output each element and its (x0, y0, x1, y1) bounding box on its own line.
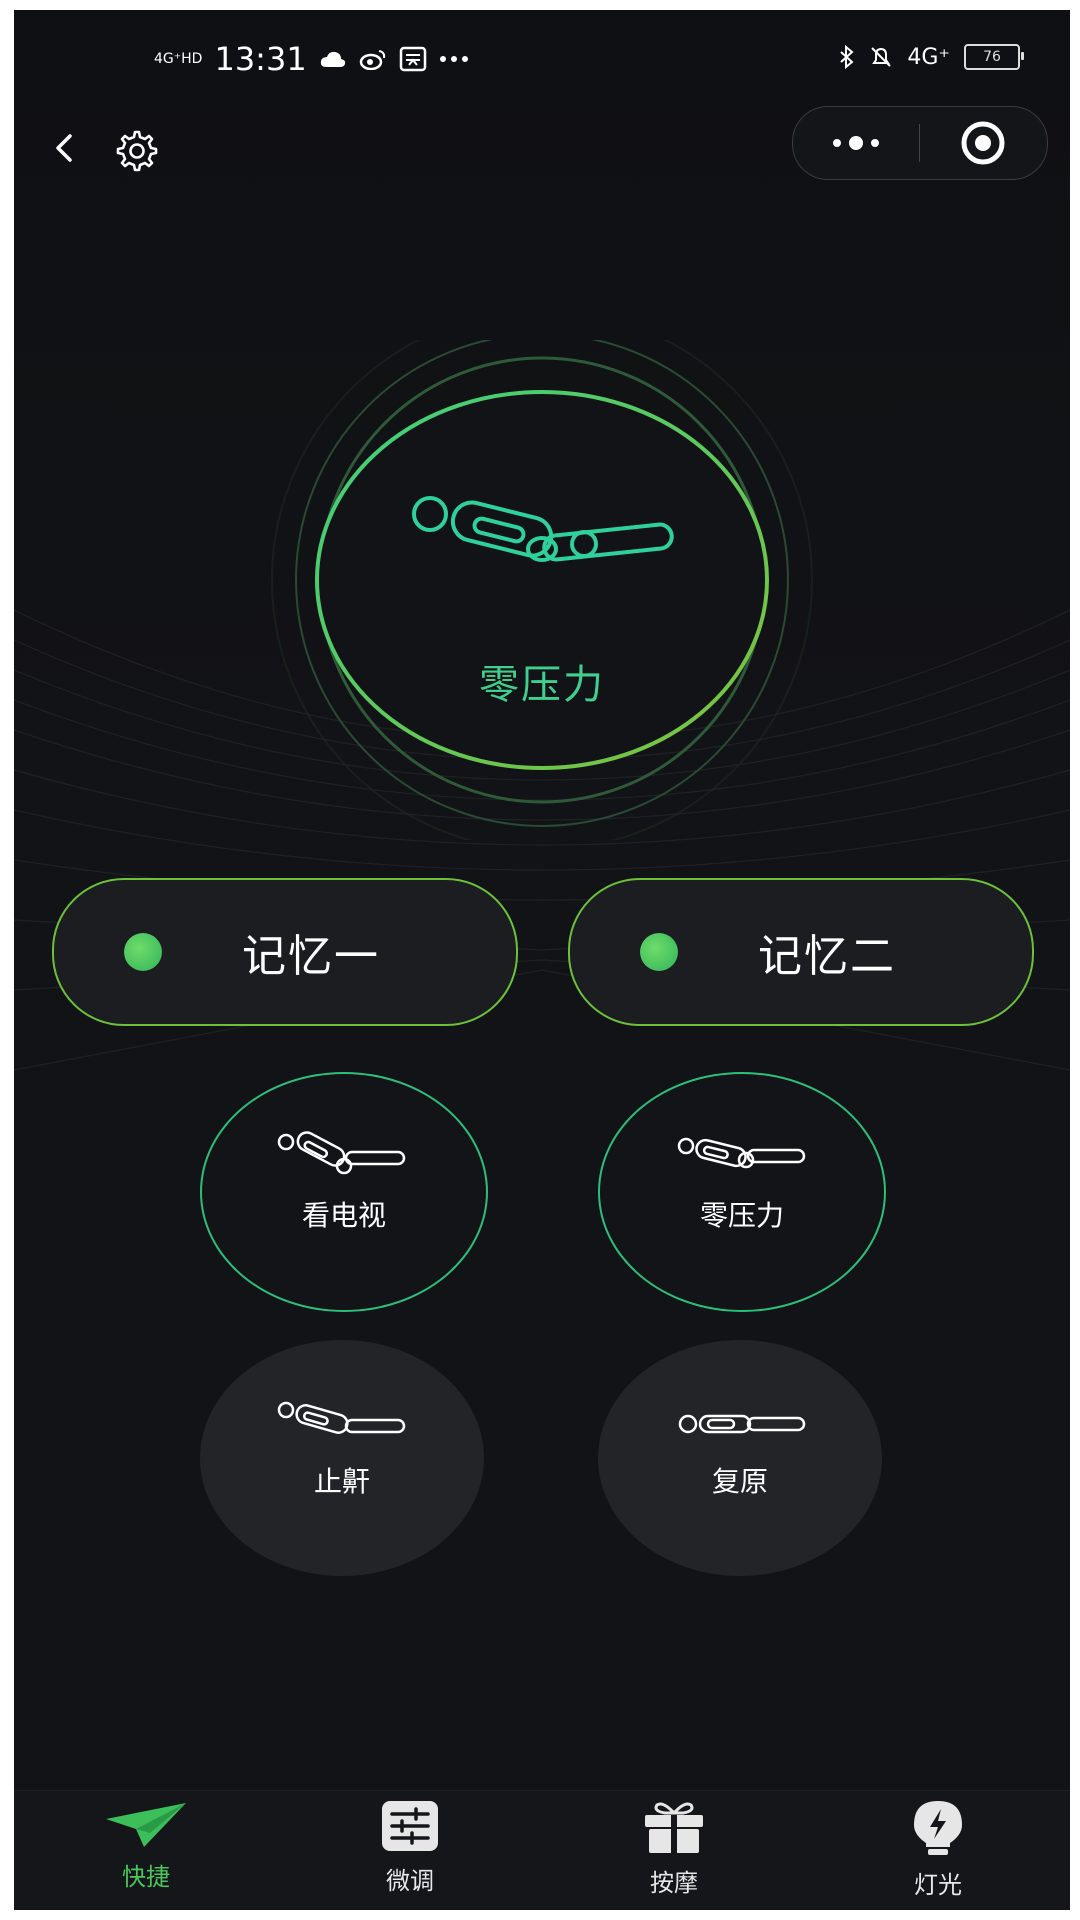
tab-lighting[interactable]: 灯光 (806, 1799, 1070, 1909)
zero-gravity-small-icon (677, 1137, 806, 1169)
network-type: 4G⁺ (907, 44, 950, 70)
tab-massage-label: 按摩 (650, 1869, 698, 1897)
close-mini-program-button[interactable] (920, 107, 1046, 179)
tab-fine-tune-label: 微调 (386, 1867, 434, 1895)
bulb-icon (914, 1801, 962, 1855)
preset-anti-snore-label: 止鼾 (313, 1465, 370, 1498)
status-bar: 4G⁺HD 13:31 4G⁺ 76 (14, 10, 1070, 110)
preset-watch-tv-button[interactable]: 看电视 (200, 1072, 488, 1312)
main-mode-dial[interactable] (14, 340, 1070, 840)
back-arrow-icon[interactable] (44, 128, 84, 168)
paper-plane-icon (106, 1803, 186, 1847)
current-mode-label: 零压力 (479, 662, 605, 708)
app-notification-icon (399, 46, 426, 72)
mute-bell-icon (871, 47, 892, 67)
preset-zero-gravity-label: 零压力 (699, 1199, 784, 1232)
memory-one-label: 记忆一 (242, 931, 380, 982)
preset-reset-label: 复原 (711, 1465, 768, 1498)
clock: 13:31 (214, 40, 307, 78)
preset-zero-gravity-button[interactable]: 零压力 (598, 1072, 886, 1312)
watch-tv-pose-icon (277, 1131, 406, 1175)
preset-watch-tv-label: 看电视 (301, 1199, 386, 1232)
status-dot (124, 933, 162, 971)
memory-one-button[interactable]: 记忆一 (52, 878, 518, 1026)
tab-fine-tune[interactable]: 微调 (278, 1799, 542, 1909)
preset-anti-snore-button[interactable]: 止鼾 (200, 1340, 484, 1576)
bottom-tab-bar: 快捷 微调 按摩 灯光 (14, 1790, 1070, 1910)
tab-lighting-label: 灯光 (914, 1871, 962, 1899)
preset-reset-button[interactable]: 复原 (598, 1340, 882, 1576)
network-indicator: 4G⁺HD (154, 51, 203, 67)
tab-quick-label: 快捷 (122, 1863, 170, 1891)
flat-pose-icon (678, 1414, 806, 1434)
sliders-icon (382, 1801, 438, 1851)
tab-quick[interactable]: 快捷 (14, 1799, 278, 1909)
tab-massage[interactable]: 按摩 (542, 1799, 806, 1909)
memory-two-button[interactable]: 记忆二 (568, 878, 1034, 1026)
mini-program-capsule (792, 106, 1048, 180)
settings-gear-icon[interactable] (114, 128, 160, 174)
gift-icon (645, 1802, 703, 1853)
cloud-icon (320, 51, 345, 67)
memory-two-label: 记忆二 (758, 931, 896, 982)
more-notifications-icon (439, 56, 468, 62)
more-menu-button[interactable] (793, 107, 919, 179)
anti-snore-pose-icon (277, 1401, 406, 1434)
app-screen: 4G⁺HD 13:31 4G⁺ 76 零压力 记忆一 记忆二 看电视 零压力 止… (14, 10, 1070, 1910)
battery-indicator: 76 (964, 44, 1024, 70)
bluetooth-icon (840, 45, 854, 69)
status-dot (640, 933, 678, 971)
target-icon (961, 121, 1005, 165)
weibo-icon (359, 50, 385, 70)
